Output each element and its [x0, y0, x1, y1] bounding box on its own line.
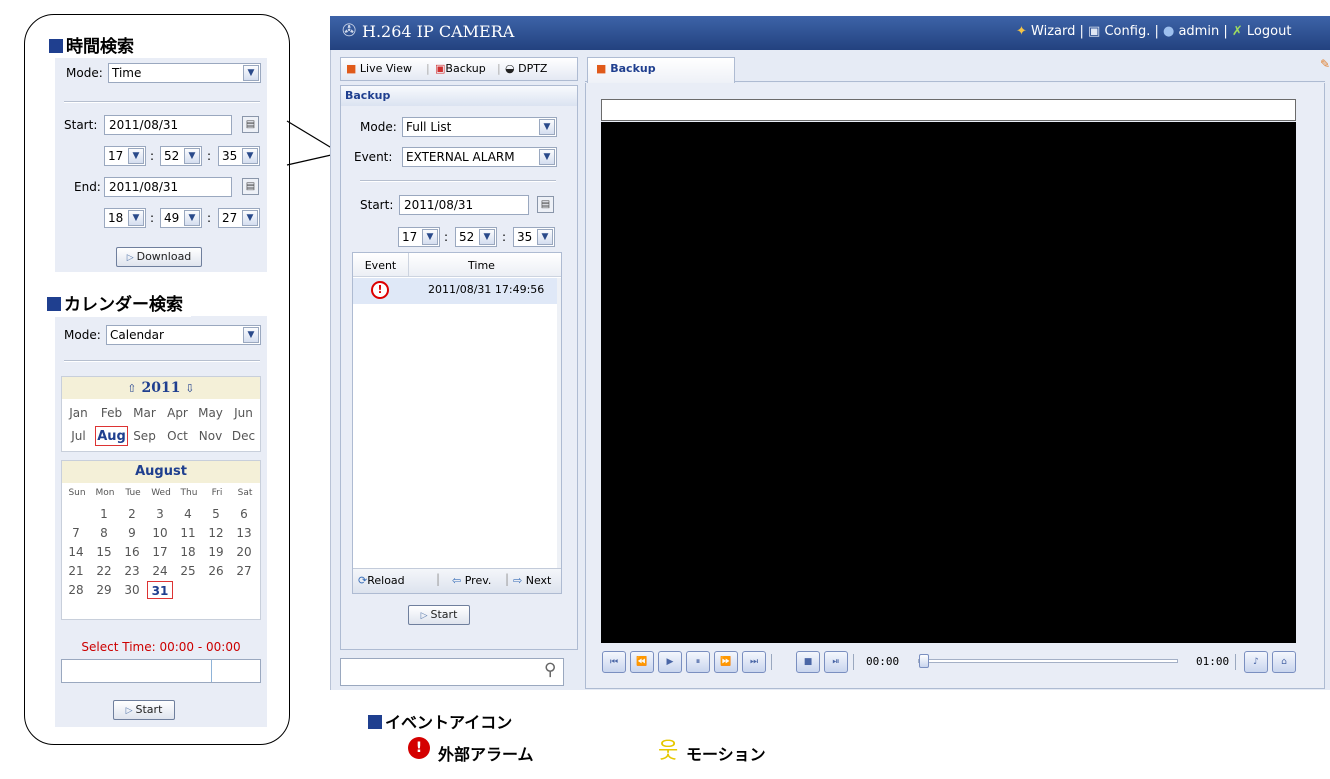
stop-icon[interactable]: ■: [796, 651, 820, 673]
tab-separator: |: [426, 62, 430, 75]
chevron-down-icon[interactable]: ▼: [422, 229, 438, 245]
backup-section-title: Backup: [345, 89, 391, 102]
backup-icon: ▣: [435, 62, 446, 75]
chevron-down-icon[interactable]: ▼: [539, 149, 555, 165]
event-list-scrollbar[interactable]: [557, 278, 561, 568]
motion-legend-icon: 웃: [658, 739, 679, 764]
chevron-down-icon[interactable]: ▼: [537, 229, 553, 245]
start-date-input[interactable]: 2011/08/31: [399, 195, 529, 215]
rewind-icon[interactable]: ⏪: [630, 651, 654, 673]
tab-backup-main[interactable]: ■ Backup: [587, 57, 735, 83]
backup-tab-icon: ■: [596, 62, 607, 75]
pause-icon[interactable]: ⏸: [686, 651, 710, 673]
mode-select[interactable]: Full List ▼: [402, 117, 557, 137]
tab-backup[interactable]: ▣Backup: [435, 58, 486, 80]
time-end-label: 01:00: [1196, 655, 1230, 668]
event-row-time: 2011/08/31 17:49:56: [428, 283, 545, 296]
skip-end-icon[interactable]: ⏭: [742, 651, 766, 673]
app-title: H.264 IP CAMERA: [362, 22, 515, 41]
start-second-select[interactable]: 35 ▼: [513, 227, 555, 247]
next-button[interactable]: ⇨ Next: [513, 574, 551, 587]
start-minute-select[interactable]: 52 ▼: [455, 227, 497, 247]
config-icon: ▣: [1088, 24, 1101, 39]
control-separator: [771, 654, 772, 670]
search-icon[interactable]: ⚲: [544, 660, 556, 680]
config-link[interactable]: Config.: [1104, 24, 1150, 39]
step-forward-icon[interactable]: ⏯: [824, 651, 848, 673]
time-colon: :: [444, 230, 449, 244]
chevron-down-icon[interactable]: ▼: [539, 119, 555, 135]
tab-separator: |: [497, 62, 501, 75]
seek-track[interactable]: [918, 659, 1178, 663]
volume-icon[interactable]: ♪: [1244, 651, 1268, 673]
video-title-bar: [601, 99, 1296, 121]
user-link[interactable]: admin: [1178, 24, 1219, 39]
dome-camera-icon: ◒: [505, 62, 515, 75]
play-icon: ▷: [420, 611, 428, 621]
chevron-down-icon[interactable]: ▼: [479, 229, 495, 245]
calendar-icon[interactable]: ▤: [537, 196, 554, 213]
alarm-legend-text: 外部アラーム: [438, 745, 534, 764]
reload-button[interactable]: ⟳Reload: [358, 574, 405, 587]
header-nav: ✦ Wizard | ▣ Config. | ● admin | ✗ Logou…: [1016, 24, 1291, 39]
video-player[interactable]: [601, 122, 1296, 643]
sidebar-tabs: ■ Live View | ▣Backup | ◒ DPTZ: [340, 57, 578, 81]
alarm-legend-icon: !: [408, 737, 430, 759]
camera-logo-icon: ✇: [342, 21, 357, 41]
event-select[interactable]: EXTERNAL ALARM ▼: [402, 147, 557, 167]
control-separator: [853, 654, 854, 670]
time-start-label: 00:00: [866, 655, 900, 668]
nav-separator: |: [1079, 24, 1089, 39]
tab-dptz[interactable]: ◒ DPTZ: [505, 58, 547, 80]
title-square-icon: [368, 715, 382, 729]
live-view-icon: ■: [346, 62, 357, 75]
footer-separator: |: [505, 572, 510, 586]
wizard-link[interactable]: Wizard: [1031, 24, 1075, 39]
column-header-time[interactable]: Time: [409, 259, 554, 272]
mode-label: Mode:: [360, 120, 397, 134]
start-button[interactable]: ▷ Start: [408, 605, 470, 625]
wizard-icon: ✦: [1016, 24, 1027, 39]
event-label: Event:: [354, 150, 393, 164]
reload-icon: ⟳: [358, 574, 368, 587]
tab-live-view[interactable]: ■ Live View: [346, 58, 412, 80]
user-icon: ●: [1162, 24, 1175, 39]
control-separator: [1235, 654, 1236, 670]
skip-start-icon[interactable]: ⏮: [602, 651, 626, 673]
logout-icon: ✗: [1231, 24, 1243, 39]
motion-legend-text: モーション: [686, 745, 766, 764]
arrow-right-icon: ⇨: [513, 574, 523, 587]
logout-link[interactable]: Logout: [1247, 24, 1292, 39]
column-header-event[interactable]: Event: [353, 259, 408, 272]
prev-button[interactable]: ⇦ Prev.: [452, 574, 491, 587]
start-hour-select[interactable]: 17 ▼: [398, 227, 440, 247]
start-label: Start:: [360, 198, 394, 212]
legend-title: イベントアイコン: [368, 709, 512, 733]
main-tab-corner-icon: ✎: [1320, 57, 1330, 71]
nav-separator: |: [1154, 24, 1163, 39]
time-colon: :: [502, 230, 507, 244]
sidebar-search-input[interactable]: [340, 658, 564, 686]
fast-forward-icon[interactable]: ⏩: [714, 651, 738, 673]
alarm-icon: !: [371, 281, 389, 299]
footer-separator: |: [436, 572, 441, 586]
arrow-left-icon: ⇦: [452, 574, 462, 587]
snapshot-icon[interactable]: ⌂: [1272, 651, 1296, 673]
divider: [360, 180, 556, 182]
seek-thumb[interactable]: [919, 654, 929, 668]
play-icon[interactable]: ▶: [658, 651, 682, 673]
nav-separator: |: [1223, 24, 1232, 39]
